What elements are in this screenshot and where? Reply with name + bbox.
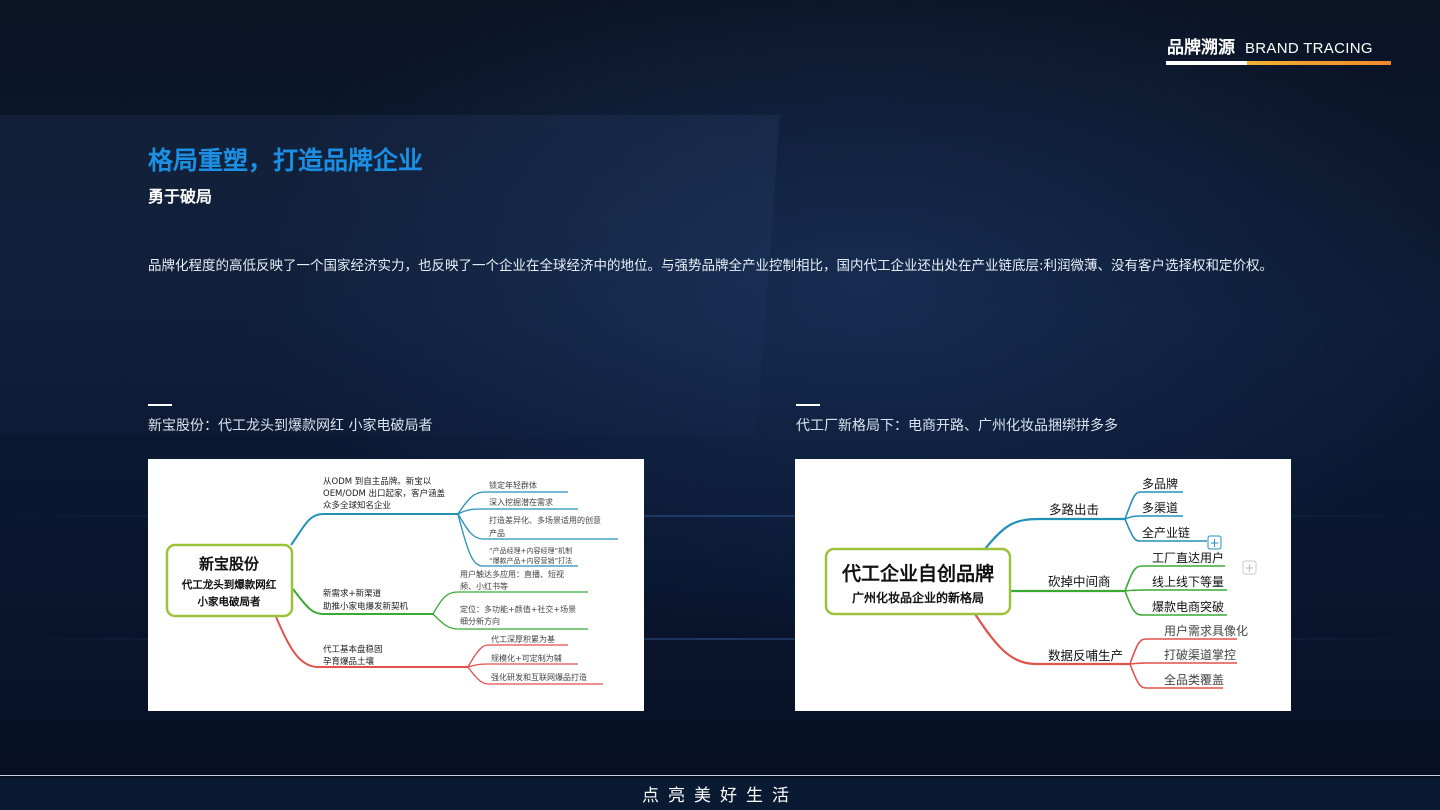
mindmap-root-line: 小家电破局者 bbox=[197, 595, 261, 608]
brand-header: 品牌溯源 BRAND TRACING bbox=[1167, 33, 1373, 58]
mindmap-leaf: 代工深厚积累为基 bbox=[491, 634, 555, 644]
mindmap-branch: 砍掉中间商 bbox=[1048, 574, 1111, 589]
right-mindmap-image: + + 代工企业自创品牌 广州化妆品企业的新格局 多路出击 多品牌 多渠道 全产… bbox=[795, 459, 1291, 711]
mindmap-root-sub: 广州化妆品企业的新格局 bbox=[852, 590, 984, 605]
caption-dash bbox=[148, 404, 172, 406]
mindmap-branch: 从ODM 到自主品牌。新宝以 bbox=[323, 476, 432, 487]
footer-divider bbox=[0, 775, 1440, 776]
mindmap-leaf: 多品牌 bbox=[1142, 477, 1178, 491]
mindmap-branch: OEM/ODM 出口起家，客户涵盖 bbox=[323, 488, 446, 499]
mindmap-leaf: 打造差异化、多场景适用的创意 bbox=[489, 515, 601, 525]
mindmap-root-title: 新宝股份 bbox=[199, 555, 260, 573]
mindmap-leaf: 频、小红书等 bbox=[460, 581, 508, 591]
mindmap-branch: 多路出击 bbox=[1049, 502, 1099, 517]
mindmap-leaf: 用户需求具像化 bbox=[1164, 623, 1248, 638]
mindmap-leaf: 多渠道 bbox=[1142, 501, 1178, 515]
mindmap-leaf: 全品类覆盖 bbox=[1164, 672, 1224, 687]
mindmap-leaf: 深入挖掘潜在需求 bbox=[489, 497, 553, 507]
footer-slogan: 点亮美好生活 bbox=[642, 786, 798, 806]
mindmap-branch: 众多全球知名企业 bbox=[323, 500, 391, 511]
mindmap-leaf: “产品经理+内容经理”机制 bbox=[489, 546, 572, 555]
mindmap-branch: 新需求+新渠道 bbox=[323, 588, 382, 599]
mindmap-root-title: 代工企业自创品牌 bbox=[841, 562, 994, 585]
mindmap-leaf: 工厂直达用户 bbox=[1152, 550, 1224, 565]
plus-icon: + bbox=[1209, 536, 1219, 550]
mindmap-leaf: 强化研发和互联网爆品打造 bbox=[491, 672, 587, 682]
intro-paragraph: 品牌化程度的高低反映了一个国家经济实力，也反映了一个企业在全球经济中的地位。与强… bbox=[148, 258, 1274, 274]
mindmap-leaf: 规模化+可定制为辅 bbox=[491, 653, 562, 663]
mindmap-leaf: 用户触达多应用：直播、短视 bbox=[460, 569, 564, 579]
brand-title-cn: 品牌溯源 bbox=[1167, 38, 1235, 58]
left-mindmap-image: 新宝股份 代工龙头到爆款网红 小家电破局者 从ODM 到自主品牌。新宝以 OEM… bbox=[148, 459, 644, 711]
mindmap-leaf: 产品 bbox=[489, 528, 505, 538]
mindmap-root-line: 代工龙头到爆款网红 bbox=[181, 578, 277, 591]
page-subtitle: 勇于破局 bbox=[148, 187, 213, 206]
mindmap-branch: 助推小家电爆发新契机 bbox=[323, 601, 409, 612]
right-caption: 代工厂新格局下：电商开路、广州化妆品捆绑拼多多 bbox=[796, 418, 1118, 434]
mindmap-leaf: 打破渠道掌控 bbox=[1164, 647, 1236, 662]
caption-dash bbox=[796, 404, 820, 406]
mindmap-branch: 数据反哺生产 bbox=[1048, 648, 1123, 663]
page-title: 格局重塑，打造品牌企业 bbox=[148, 146, 424, 175]
mindmap-leaf: 锁定年轻群体 bbox=[489, 480, 537, 490]
mindmap-leaf: 细分新方向 bbox=[460, 616, 500, 626]
mindmap-leaf: 爆款电商突破 bbox=[1152, 599, 1224, 614]
mindmap-leaf: 全产业链 bbox=[1142, 525, 1190, 540]
brand-title-en: BRAND TRACING bbox=[1245, 40, 1373, 57]
mindmap-branch: 孕育爆品土壤 bbox=[323, 656, 375, 667]
mindmap-leaf: 定位：多功能+颜值+社交+场景 bbox=[460, 604, 576, 614]
brand-underline bbox=[1166, 61, 1391, 65]
mindmap-leaf: “爆款产品+内容营销”打法 bbox=[489, 556, 572, 565]
plus-icon: + bbox=[1244, 561, 1254, 575]
left-caption: 新宝股份：代工龙头到爆款网红 小家电破局者 bbox=[148, 418, 433, 434]
mindmap-leaf: 线上线下等量 bbox=[1152, 575, 1224, 589]
mindmap-branch: 代工基本盘稳固 bbox=[323, 644, 383, 655]
